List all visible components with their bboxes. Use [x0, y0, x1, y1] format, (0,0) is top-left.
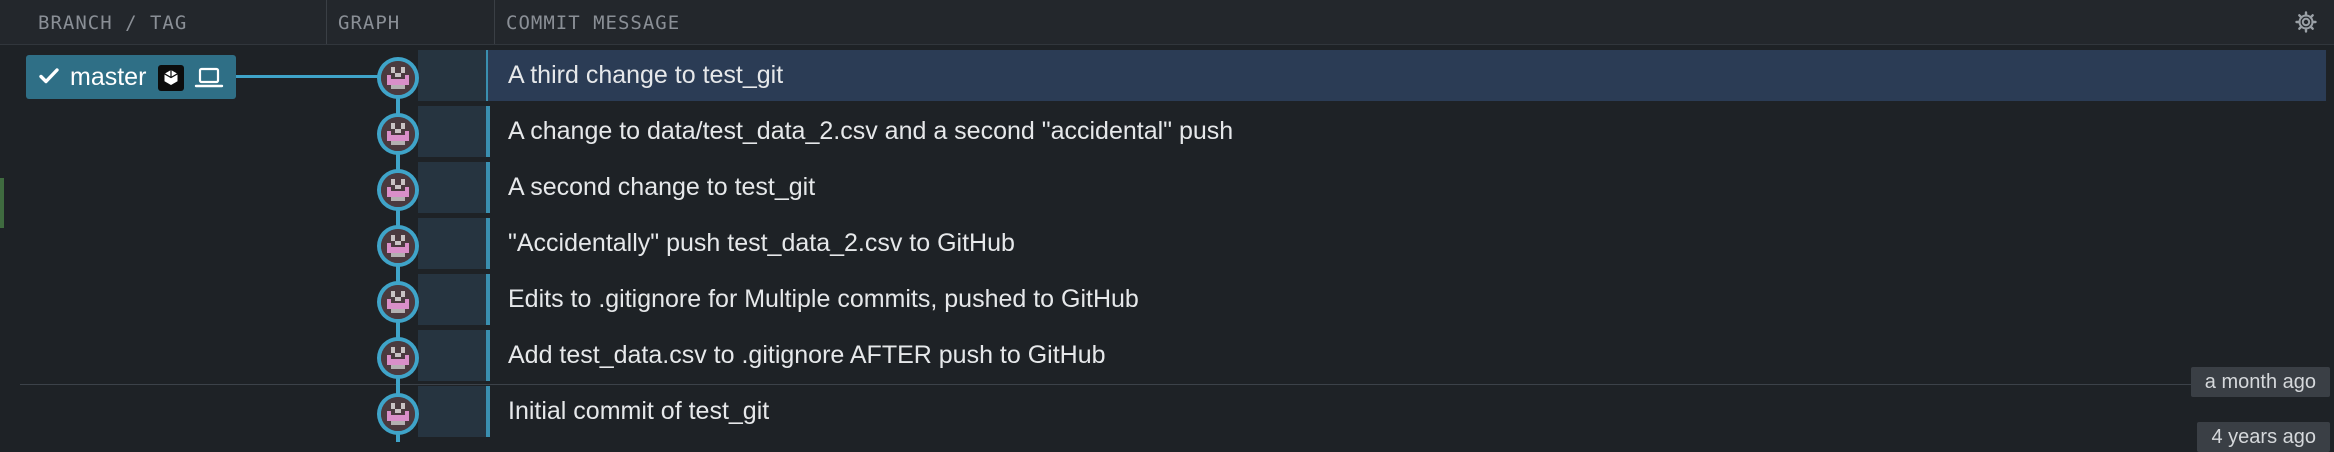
commit-message-cell[interactable]: Add test_data.csv to .gitignore AFTER pu… — [488, 330, 2326, 381]
column-header: BRANCH / TAG GRAPH COMMIT MESSAGE — [0, 0, 2334, 45]
author-avatar-icon — [381, 229, 415, 263]
commit-message-cell[interactable]: A second change to test_git — [488, 162, 2326, 213]
branch-tag-column-header[interactable]: BRANCH / TAG — [38, 0, 187, 44]
commit-row[interactable]: Add test_data.csv to .gitignore AFTER pu… — [0, 328, 2334, 384]
commit-node-avatar[interactable] — [377, 281, 419, 323]
commit-message: "Accidentally" push test_data_2.csv to G… — [508, 229, 1015, 257]
branch-label-master[interactable]: master — [26, 55, 236, 99]
commit-node-avatar[interactable] — [377, 393, 419, 435]
author-avatar-icon — [381, 341, 415, 375]
commit-row[interactable]: "Accidentally" push test_data_2.csv to G… — [0, 216, 2334, 272]
laptop-icon — [194, 65, 224, 91]
graph-row-shade — [418, 162, 488, 213]
commit-row[interactable]: Edits to .gitignore for Multiple commits… — [0, 272, 2334, 328]
graph-row-shade — [418, 106, 488, 157]
gear-icon[interactable] — [2294, 10, 2318, 34]
commit-node-avatar[interactable] — [377, 113, 419, 155]
commit-node-avatar[interactable] — [377, 169, 419, 211]
hosted-remote-icon — [158, 65, 184, 91]
commit-message-cell[interactable]: Initial commit of test_git — [488, 386, 2326, 437]
author-avatar-icon — [381, 397, 415, 431]
commit-message-cell[interactable]: Edits to .gitignore for Multiple commits… — [488, 274, 2326, 325]
commit-message: A third change to test_git — [508, 61, 784, 89]
commit-message: A change to data/test_data_2.csv and a s… — [508, 117, 1234, 145]
branch-connector-line — [236, 75, 381, 78]
graph-row-shade — [418, 330, 488, 381]
commit-message: A second change to test_git — [508, 173, 816, 201]
branch-name: master — [70, 63, 147, 91]
commit-node-avatar[interactable] — [377, 225, 419, 267]
commit-message: Add test_data.csv to .gitignore AFTER pu… — [508, 341, 1106, 369]
commit-row[interactable]: A second change to test_git — [0, 160, 2334, 216]
commit-message: Edits to .gitignore for Multiple commits… — [508, 285, 1139, 313]
commit-message-cell[interactable]: A third change to test_git — [488, 50, 2326, 101]
commit-row[interactable]: A change to data/test_data_2.csv and a s… — [0, 104, 2334, 160]
author-avatar-icon — [381, 285, 415, 319]
author-avatar-icon — [381, 117, 415, 151]
author-avatar-icon — [381, 173, 415, 207]
column-resize-handle[interactable] — [494, 0, 495, 44]
date-group-divider — [20, 384, 2320, 385]
commit-node-avatar[interactable] — [377, 337, 419, 379]
commit-message-column-header[interactable]: COMMIT MESSAGE — [506, 0, 680, 44]
commit-date-label: a month ago — [2190, 367, 2330, 397]
commit-message-cell[interactable]: A change to data/test_data_2.csv and a s… — [488, 106, 2326, 157]
commit-row[interactable]: Initial commit of test_git — [0, 384, 2334, 440]
author-avatar-icon — [381, 61, 415, 95]
graph-row-shade — [418, 50, 488, 101]
graph-row-shade — [418, 386, 488, 437]
checkmark-icon — [38, 65, 60, 87]
graph-row-shade — [418, 218, 488, 269]
commit-date-label: 4 years ago — [2197, 422, 2330, 452]
commit-node-avatar[interactable] — [377, 57, 419, 99]
commit-message-cell[interactable]: "Accidentally" push test_data_2.csv to G… — [488, 218, 2326, 269]
graph-column-header[interactable]: GRAPH — [338, 0, 400, 44]
column-resize-handle[interactable] — [326, 0, 327, 44]
graph-row-shade — [418, 274, 488, 325]
commit-message: Initial commit of test_git — [508, 397, 770, 425]
